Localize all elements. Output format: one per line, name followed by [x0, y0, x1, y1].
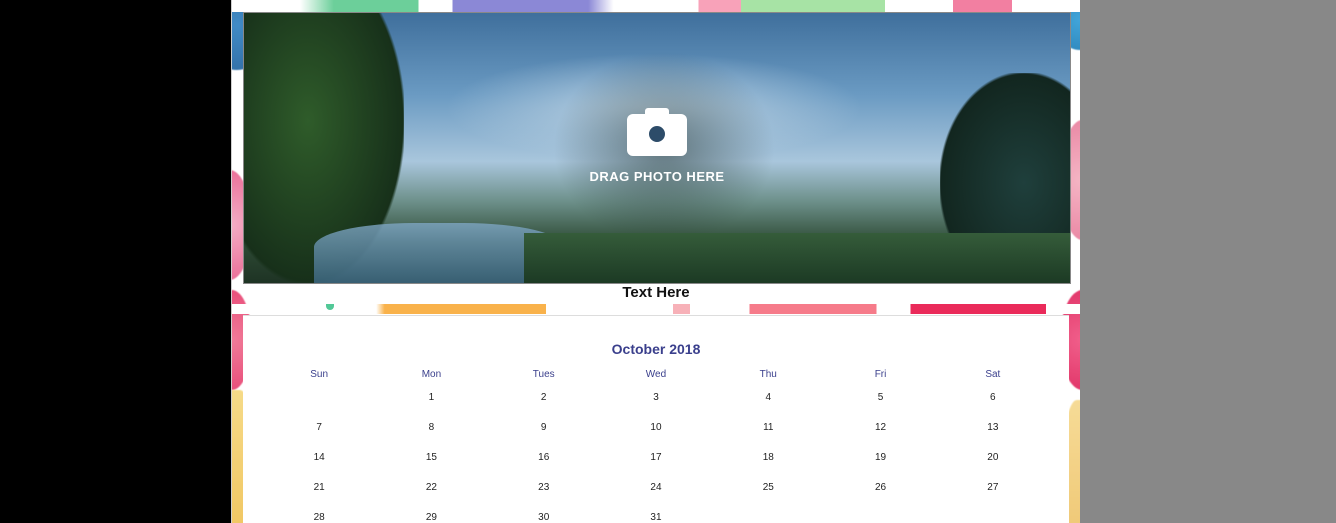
weekday-label: Mon — [421, 368, 442, 380]
day-cell[interactable]: 18 — [712, 452, 824, 463]
day-cell[interactable]: 12 — [824, 422, 936, 433]
week-row: 7 8 9 10 11 12 13 — [263, 412, 1049, 442]
day-cell[interactable]: 5 — [824, 392, 936, 403]
day-cell[interactable]: 10 — [600, 422, 712, 433]
day-cell[interactable]: 31 — [600, 512, 712, 523]
day-cell[interactable]: 11 — [712, 422, 824, 433]
month-calendar: October 2018 Sun Mon Tues Wed Thu Fri Sa… — [243, 315, 1069, 523]
top-decor-strip — [232, 0, 1080, 12]
weekday-label: Sun — [310, 368, 329, 380]
photo-grass — [524, 233, 1070, 283]
day-cell[interactable]: 9 — [488, 422, 600, 433]
day-cell[interactable]: 30 — [488, 512, 600, 523]
day-cell[interactable]: 13 — [937, 422, 1049, 433]
caption-text[interactable]: Text Here — [232, 284, 1080, 301]
day-cell[interactable]: 16 — [488, 452, 600, 463]
day-cell[interactable]: 26 — [824, 482, 936, 493]
mid-decor-strip — [232, 304, 1080, 314]
day-cell[interactable]: 6 — [937, 392, 1049, 403]
day-cell[interactable]: 2 — [488, 392, 600, 403]
week-row: 28 29 30 31 — [263, 502, 1049, 523]
weekday-label: Wed — [645, 368, 667, 380]
week-row: 14 15 16 17 18 19 20 — [263, 442, 1049, 472]
day-cell[interactable]: 17 — [600, 452, 712, 463]
weekday-label: Fri — [874, 368, 887, 380]
day-cell[interactable]: 24 — [600, 482, 712, 493]
drag-photo-label: DRAG PHOTO HERE — [589, 169, 725, 184]
month-title: October 2018 — [611, 341, 701, 357]
day-cell[interactable]: 4 — [712, 392, 824, 403]
photo-dropzone[interactable]: DRAG PHOTO HERE — [243, 12, 1071, 284]
weekday-label: Tues — [532, 368, 555, 380]
day-cell[interactable]: 7 — [263, 422, 375, 433]
day-cell[interactable]: 3 — [600, 392, 712, 403]
weekday-header-row: Sun Mon Tues Wed Thu Fri Sat — [263, 366, 1049, 382]
calendar-grid: Sun Mon Tues Wed Thu Fri Sat 1 2 3 4 5 6… — [263, 366, 1049, 523]
weekday-label: Sat — [985, 368, 1001, 380]
right-panel-backdrop — [1080, 0, 1336, 523]
day-cell[interactable]: 28 — [263, 512, 375, 523]
day-cell[interactable]: 25 — [712, 482, 824, 493]
day-cell[interactable]: 21 — [263, 482, 375, 493]
left-backdrop — [0, 0, 231, 523]
weekday-label: Thu — [759, 368, 777, 380]
week-row: 21 22 23 24 25 26 27 — [263, 472, 1049, 502]
day-cell[interactable]: 23 — [488, 482, 600, 493]
day-cell[interactable]: 22 — [375, 482, 487, 493]
camera-icon[interactable] — [627, 108, 687, 158]
day-cell[interactable]: 27 — [937, 482, 1049, 493]
calendar-page: DRAG PHOTO HERE Text Here October 2018 S… — [231, 0, 1080, 523]
day-cell[interactable]: 20 — [937, 452, 1049, 463]
day-cell[interactable]: 19 — [824, 452, 936, 463]
day-cell[interactable]: 15 — [375, 452, 487, 463]
upload-overlay[interactable]: DRAG PHOTO HERE — [244, 108, 1070, 184]
day-cell[interactable]: 1 — [375, 392, 487, 403]
week-row: 1 2 3 4 5 6 — [263, 382, 1049, 412]
day-cell[interactable]: 14 — [263, 452, 375, 463]
day-cell[interactable]: 29 — [375, 512, 487, 523]
day-cell[interactable]: 8 — [375, 422, 487, 433]
